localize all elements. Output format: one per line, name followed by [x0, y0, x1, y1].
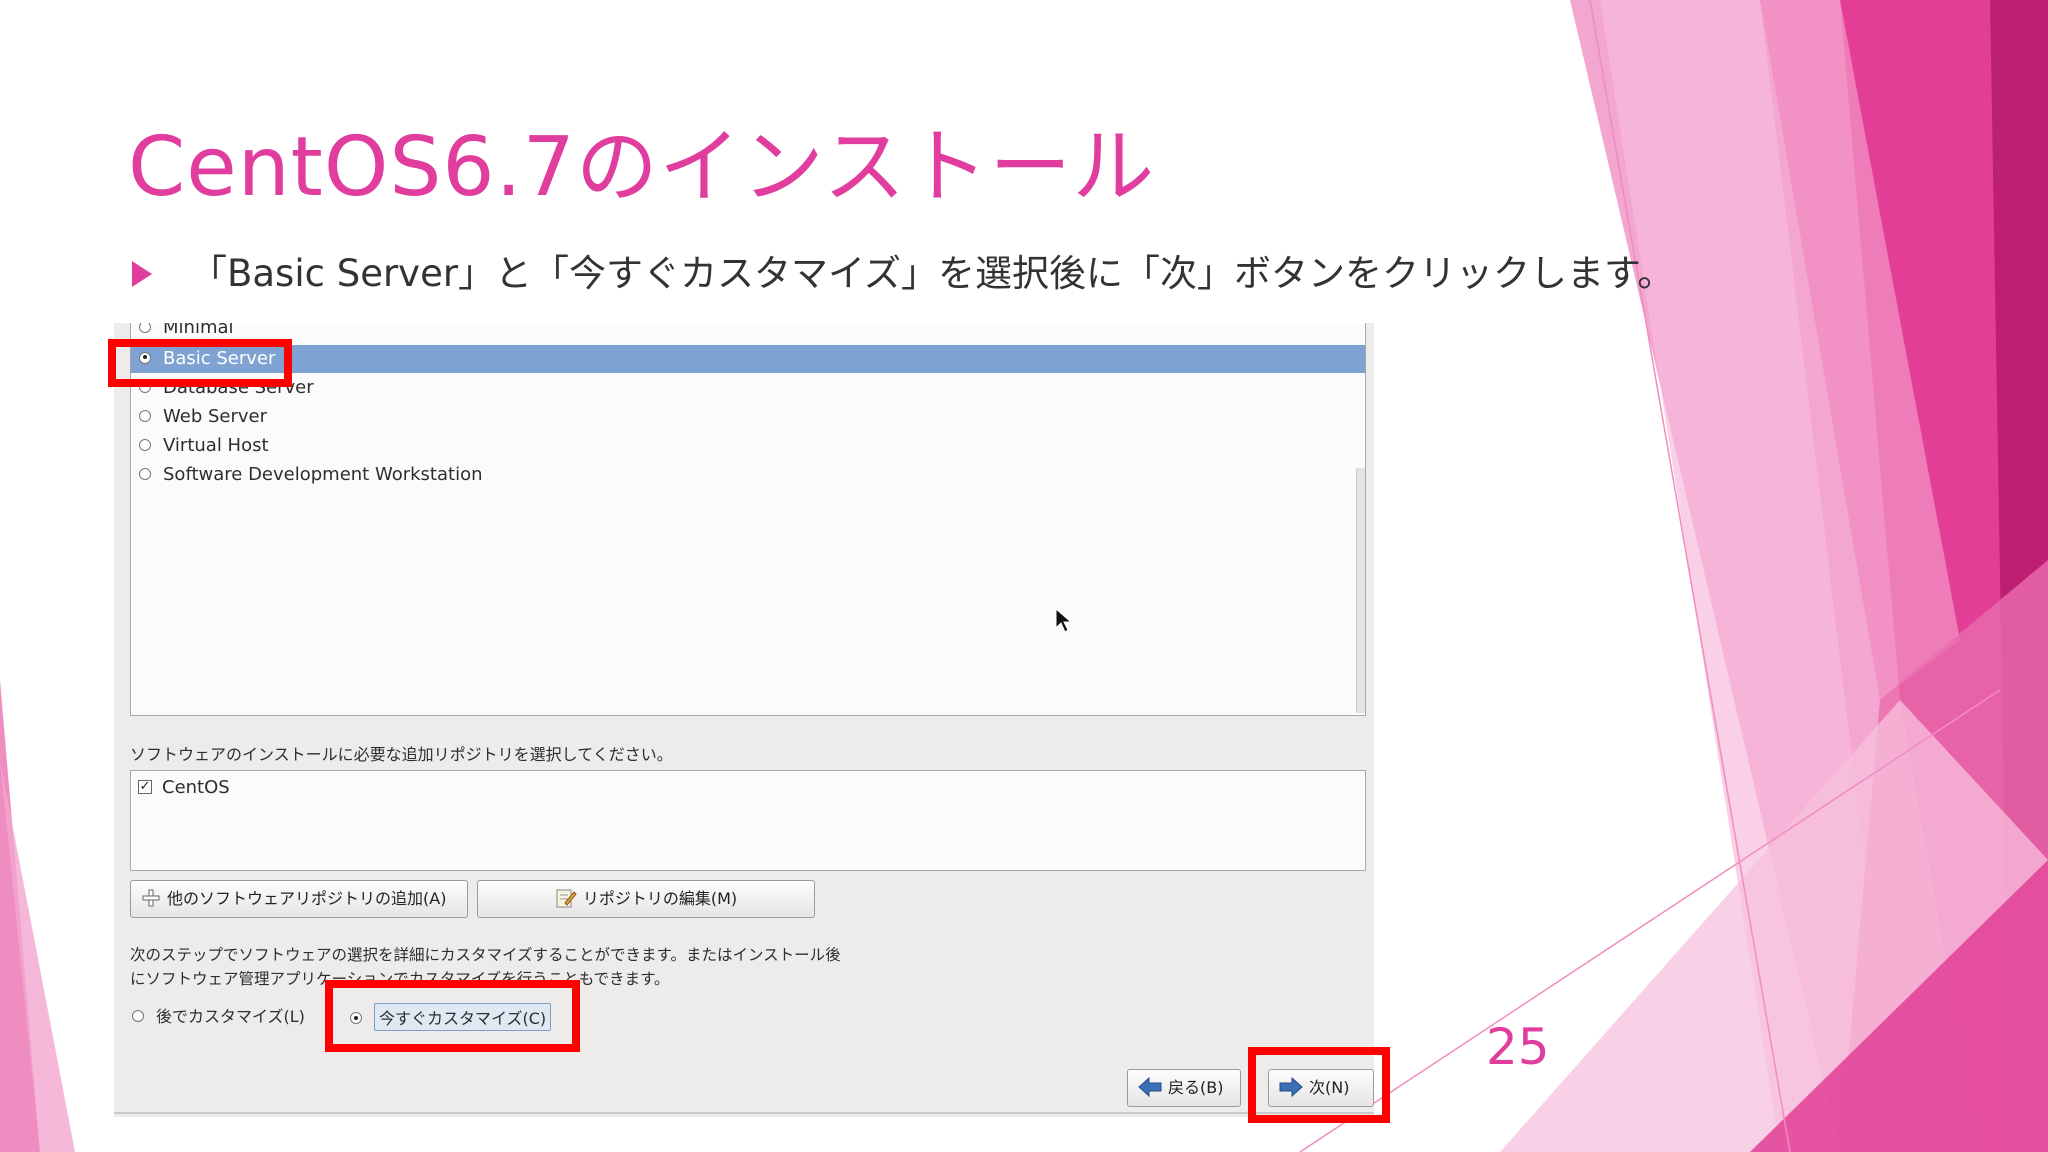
repo-item-label: CentOS — [162, 777, 230, 798]
add-repo-label: 他のソフトウェアリポジトリの追加(A) — [167, 889, 447, 908]
list-item-database-server[interactable]: Database Server — [131, 374, 1365, 402]
bullet-text-row: 「Basic Server」と「今すぐカスタマイズ」を選択後に「次」ボタンをクリ… — [132, 243, 1674, 297]
highlight-customize-now — [325, 980, 580, 1052]
back-label: 戻る(B) — [1168, 1078, 1224, 1097]
arrow-left-icon — [1138, 1077, 1162, 1097]
repo-list: ✓ CentOS — [130, 770, 1366, 871]
dialog-bottom-border — [114, 1112, 1374, 1114]
edit-repo-button[interactable]: リポジトリの編集(M) — [477, 880, 815, 918]
radio-icon — [139, 323, 151, 333]
checkbox-checked-icon[interactable]: ✓ — [138, 779, 152, 794]
mouse-cursor-icon — [1055, 608, 1073, 633]
page-number: 25 — [1486, 1018, 1550, 1076]
customize-later-label: 後でカスタマイズ(L) — [156, 1007, 305, 1026]
list-item-label: Minimal — [163, 323, 234, 338]
repo-prompt: ソフトウェアのインストールに必要な追加リポジトリを選択してください。 — [130, 745, 673, 764]
edit-document-icon — [556, 889, 577, 908]
radio-icon — [139, 467, 151, 480]
list-item-label: Software Development Workstation — [163, 464, 483, 485]
list-item-label: Virtual Host — [163, 435, 269, 456]
radio-icon — [139, 438, 151, 451]
bullet-arrow-icon — [132, 260, 152, 287]
bullet-text: 「Basic Server」と「今すぐカスタマイズ」を選択後に「次」ボタンをクリ… — [190, 252, 1675, 295]
list-item-web-server[interactable]: Web Server — [131, 403, 1365, 431]
edit-repo-label: リポジトリの編集(M) — [582, 889, 738, 908]
slide-title: CentOS6.7のインストール — [128, 120, 1156, 215]
repo-item-centos[interactable]: ✓ CentOS — [138, 777, 230, 798]
radio-icon — [132, 1010, 144, 1022]
installer-screenshot: Minimal Basic Server Database Server Web… — [114, 323, 1374, 1117]
highlight-next-button — [1248, 1047, 1390, 1123]
list-item-basic-server[interactable]: Basic Server — [131, 345, 1365, 373]
list-item-virtual-host[interactable]: Virtual Host — [131, 432, 1365, 460]
plus-icon — [142, 889, 160, 907]
highlight-basic-server — [108, 339, 292, 387]
back-button[interactable]: 戻る(B) — [1127, 1069, 1241, 1107]
list-item-software-dev-workstation[interactable]: Software Development Workstation — [131, 461, 1365, 489]
server-type-list: Minimal Basic Server Database Server Web… — [130, 323, 1366, 716]
customize-later-option[interactable]: 後でカスタマイズ(L) — [132, 1003, 305, 1027]
list-scrollbar[interactable] — [1356, 468, 1365, 713]
list-item-label: Web Server — [163, 406, 267, 427]
radio-icon — [139, 409, 151, 422]
list-item-minimal[interactable]: Minimal — [131, 323, 1365, 342]
customize-description-line1: 次のステップでソフトウェアの選択を詳細にカスタマイズすることができます。またはイ… — [130, 946, 841, 964]
add-repo-button[interactable]: 他のソフトウェアリポジトリの追加(A) — [130, 880, 468, 918]
